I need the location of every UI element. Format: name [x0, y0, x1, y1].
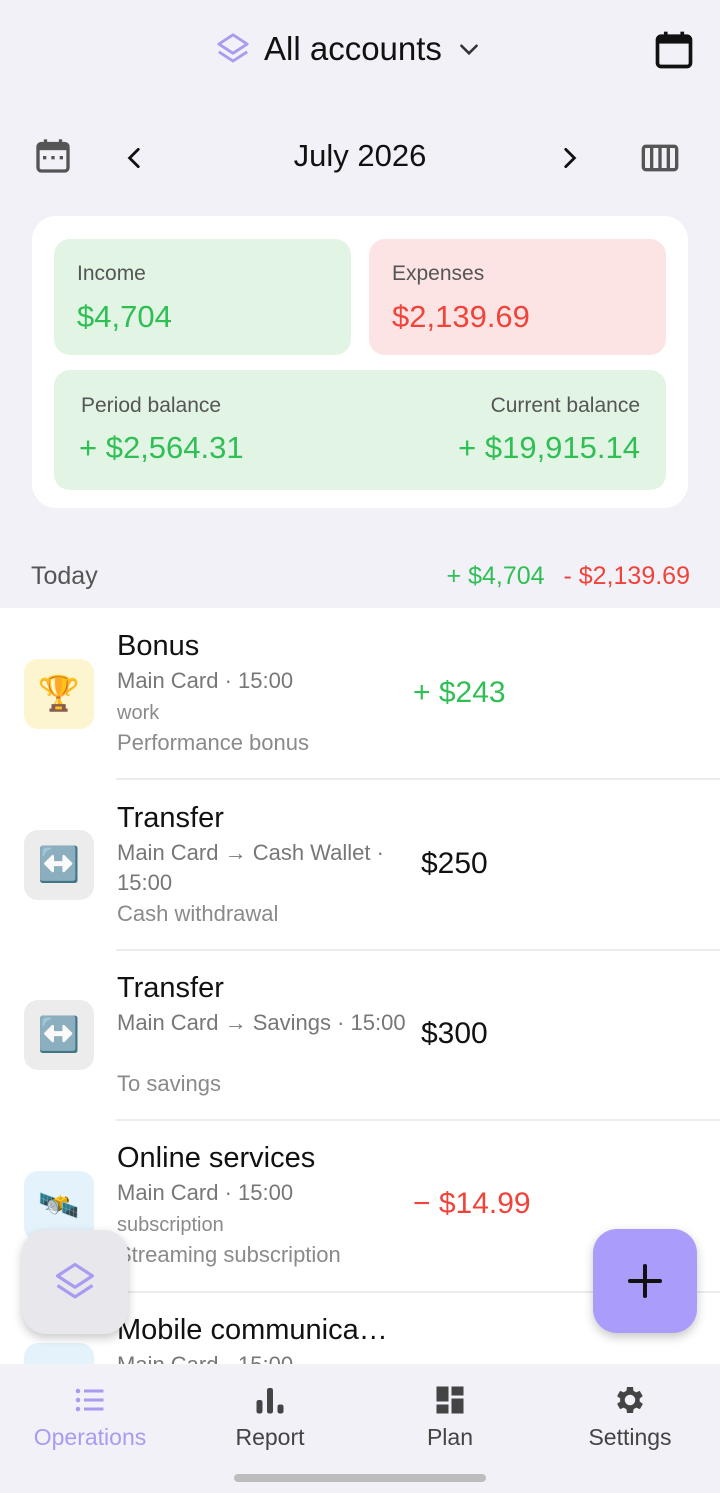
columns-icon[interactable]	[640, 138, 680, 178]
operation-item[interactable]: 🏆 Bonus Main Card · 15:00 work Performan…	[0, 608, 720, 778]
operation-amount: − $14.99	[413, 1187, 531, 1220]
trophy-icon: 🏆	[24, 659, 94, 729]
month-navigation: July 2026	[0, 130, 720, 186]
nav-operations[interactable]: Operations	[0, 1382, 180, 1462]
operation-subtitle: Main Card · 15:00	[117, 1350, 407, 1364]
balance-tile: Period balance + $2,564.31 Current balan…	[54, 370, 666, 490]
bar-chart-icon	[256, 1388, 284, 1414]
expenses-label: Expenses	[392, 262, 485, 285]
period-balance-value: + $2,564.31	[79, 430, 244, 465]
period-balance-label: Period balance	[81, 394, 222, 417]
chevron-down-icon	[460, 44, 478, 56]
top-bar: All accounts	[0, 0, 720, 100]
operation-subtitle: Main Card → Cash Wallet · 15:00	[117, 840, 384, 895]
operation-category: subscription	[117, 1214, 224, 1236]
account-selector[interactable]: All accounts	[216, 26, 482, 72]
operation-category: work	[117, 702, 160, 724]
income-value: $4,704	[77, 299, 172, 334]
day-group-label: Today	[31, 562, 98, 590]
add-operation-button[interactable]	[593, 1229, 697, 1333]
next-month-button[interactable]	[552, 138, 586, 178]
operation-note: Cash withdrawal	[117, 901, 279, 926]
layers-icon	[217, 33, 249, 63]
operation-title: Transfer	[117, 802, 224, 834]
accounts-fab[interactable]	[22, 1230, 128, 1334]
operation-subtitle: Main Card · 15:00	[117, 1180, 294, 1205]
operation-note: To savings	[117, 1071, 221, 1096]
chevron-right-icon	[564, 147, 577, 169]
operation-subtitle: Main Card → Savings · 15:00	[117, 1010, 406, 1035]
transfer-emoji: ↔️	[37, 1016, 81, 1054]
calendar-icon[interactable]	[652, 28, 696, 72]
expenses-value: $2,139.69	[392, 299, 530, 334]
nav-report[interactable]: Report	[180, 1382, 360, 1462]
nav-operations-label: Operations	[33, 1424, 147, 1450]
dashboard-icon	[436, 1386, 464, 1414]
day-group-sums: + $4,704 - $2,139.69	[447, 562, 690, 591]
operation-amount: + $243	[413, 676, 506, 709]
phone-icon	[24, 1343, 94, 1364]
income-label: Income	[77, 262, 146, 285]
nav-plan[interactable]: Plan	[360, 1382, 540, 1462]
nav-plan-label: Plan	[426, 1424, 474, 1450]
transfer-icon: ↔️	[24, 1000, 94, 1070]
gear-icon	[617, 1386, 643, 1414]
day-group-header: Today + $4,704 - $2,139.69	[0, 556, 720, 596]
home-indicator	[234, 1474, 486, 1482]
day-income-sum: + $4,704	[446, 562, 545, 590]
income-tile[interactable]: Income $4,704	[54, 239, 351, 355]
operation-title: Mobile communica…	[117, 1314, 388, 1346]
layers-icon	[55, 1262, 95, 1299]
operation-subtitle: Main Card · 15:00	[117, 668, 294, 693]
current-balance-value: + $19,915.14	[458, 430, 640, 465]
operation-title: Transfer	[117, 972, 224, 1004]
current-balance-label: Current balance	[490, 394, 640, 417]
nav-settings-label: Settings	[588, 1424, 672, 1450]
summary-card: Income $4,704 Expenses $2,139.69 Period …	[32, 216, 688, 508]
operation-note: Performance bonus	[117, 730, 309, 755]
transfer-icon: ↔️	[24, 830, 94, 900]
operation-title: Online services	[117, 1142, 316, 1174]
list-icon	[75, 1388, 104, 1412]
expenses-tile[interactable]: Expenses $2,139.69	[369, 239, 666, 355]
operation-title: Bonus	[117, 630, 200, 662]
operation-amount: $250	[421, 847, 488, 880]
trophy-emoji: 🏆	[37, 675, 81, 713]
operation-amount: $300	[421, 1017, 488, 1050]
satellite-emoji: 🛰️	[37, 1187, 81, 1225]
operation-note: Streaming subscription	[117, 1242, 341, 1267]
transfer-emoji: ↔️	[37, 846, 81, 884]
month-label: July 2026	[293, 138, 427, 173]
plus-icon	[628, 1264, 662, 1298]
operation-item[interactable]: ↔️ Transfer Main Card → Cash Wallet · 15…	[0, 780, 720, 950]
nav-settings[interactable]: Settings	[540, 1382, 720, 1462]
nav-report-label: Report	[235, 1424, 305, 1450]
day-expense-sum: - $2,139.69	[563, 562, 691, 590]
account-selector-label: All accounts	[264, 30, 442, 67]
operation-item[interactable]: ↔️ Transfer Main Card → Savings · 15:00 …	[0, 950, 720, 1120]
